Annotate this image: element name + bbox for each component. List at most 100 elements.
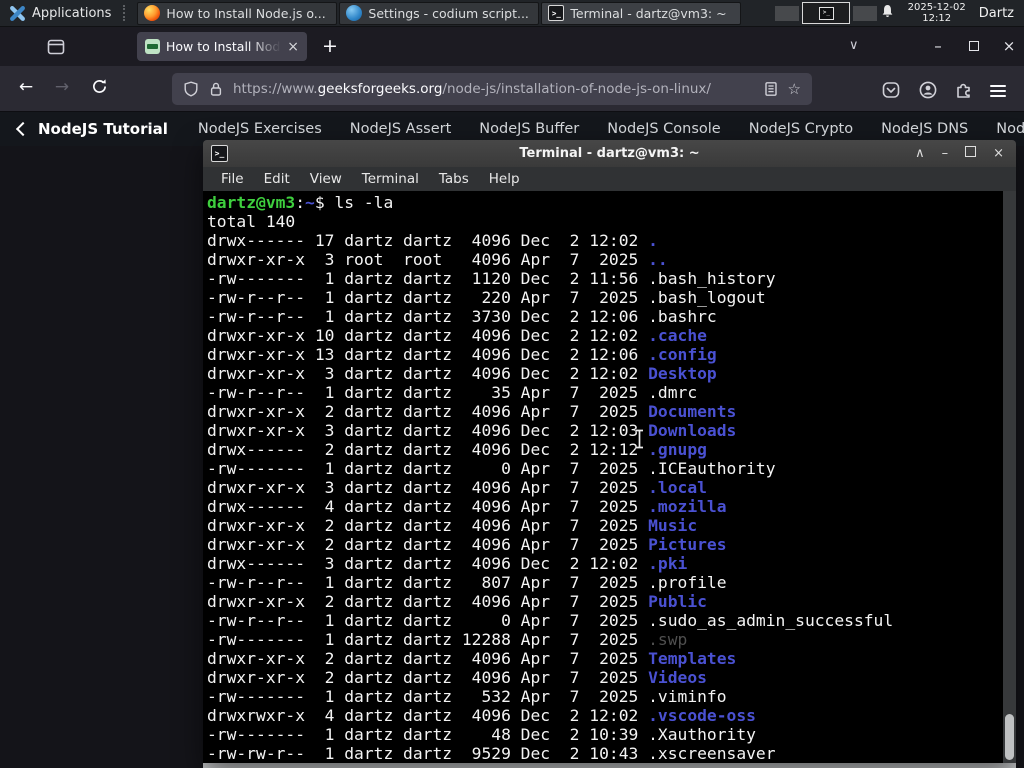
browser-tab-bar: How to Install Node.js on × + ∨ – × [0,27,1024,66]
firefox-view-icon[interactable] [46,37,66,57]
subnav-tutorial-link[interactable]: NodeJS Tutorial [38,120,168,138]
terminal-line: -rw------- 1 dartz dartz 48 Dec 2 10:39 … [207,725,756,744]
terminal-close-button[interactable]: × [993,140,1004,167]
terminal-line: drwxr-xr-x 2 dartz dartz 4096 Apr 7 2025… [207,516,698,535]
terminal-line: drwxr-xr-x 3 root root 4096 Apr 7 2025 .… [207,250,668,269]
vscodium-icon [346,5,363,21]
browser-maximize-button[interactable] [963,36,985,56]
terminal-output: dartz@vm3:~$ ls -la total 140 drwx------ 1… [203,191,1016,763]
terminal-line: total 140 [207,212,296,231]
clock-time: 12:12 [922,13,952,24]
terminal-line: -rw------- 1 dartz dartz 1120 Dec 2 11:5… [207,269,776,288]
menu-edit[interactable]: Edit [254,171,300,187]
menu-file[interactable]: File [211,171,254,187]
terminal-line: drwxrwxr-x 4 dartz dartz 4096 Dec 2 12:0… [207,706,756,725]
url-text[interactable]: https://www.geeksforgeeks.org/node-js/in… [233,81,754,97]
subnav-items: NodeJS Exercises NodeJS Assert NodeJS Buff… [198,121,1024,137]
terminal-body[interactable]: dartz@vm3:~$ ls -la total 140 drwx------ 1… [203,191,1016,763]
subnav-item[interactable]: Node [996,121,1024,137]
list-tabs-chevron-icon[interactable]: ∨ [849,38,859,53]
taskbar-button[interactable]: >_ Terminal - dartz@vm3: ~ [541,1,742,25]
workspace-cell-active[interactable]: >_ [802,2,851,24]
browser-minimize-button[interactable]: – [927,36,949,56]
chevron-left-icon[interactable] [15,121,31,137]
terminal-maximize-button[interactable] [965,140,977,167]
terminal-line: drwxr-xr-x 2 dartz dartz 4096 Apr 7 2025… [207,649,737,668]
clock[interactable]: 2025-12-02 12:12 [908,2,966,24]
terminal-scrollbar-thumb[interactable] [1005,714,1014,760]
terminal-line: -rw-r--r-- 1 dartz dartz 220 Apr 7 2025 … [207,288,766,307]
terminal-line: -rw------- 1 dartz dartz 532 Apr 7 2025 … [207,687,727,706]
terminal-line: -rw------- 1 dartz dartz 12288 Apr 7 202… [207,630,688,649]
terminal-line: drwx------ 3 dartz dartz 4096 Dec 2 12:0… [207,554,688,573]
terminal-line: drwxr-xr-x 2 dartz dartz 4096 Apr 7 2025… [207,592,707,611]
terminal-window-controls: ∧ – × [915,140,1016,167]
terminal-scrollbar[interactable] [1003,191,1016,763]
terminal-line: drwxr-xr-x 13 dartz dartz 4096 Dec 2 12:… [207,345,717,364]
firefox-icon [144,5,161,21]
terminal-icon: >_ [818,6,834,20]
subnav-item[interactable]: NodeJS Console [607,121,721,137]
geeksforgeeks-favicon-icon [145,39,160,54]
lock-icon[interactable] [208,81,224,97]
subnav-item[interactable]: NodeJS Crypto [749,121,853,137]
terminal-line: drwx------ 4 dartz dartz 4096 Apr 7 2025… [207,497,727,516]
terminal-window: >_ Terminal - dartz@vm3: ~ ∧ – × File Edi… [203,140,1016,763]
terminal-line: -rw-r--r-- 1 dartz dartz 3730 Dec 2 12:0… [207,307,717,326]
terminal-titlebar[interactable]: >_ Terminal - dartz@vm3: ~ ∧ – × [203,140,1016,167]
back-button[interactable]: ← [13,77,39,97]
browser-close-button[interactable]: × [998,36,1020,56]
terminal-line: drwxr-xr-x 3 dartz dartz 4096 Apr 7 2025… [207,478,707,497]
subnav-item[interactable]: NodeJS DNS [881,121,968,137]
workspace-switcher[interactable]: >_ [775,2,878,24]
menu-tabs[interactable]: Tabs [429,171,479,187]
panel-task-list: How to Install Node.js o... Settings - co… [137,1,742,25]
workspace-cell[interactable] [775,5,800,21]
shield-icon[interactable] [183,81,199,97]
account-icon[interactable] [918,80,938,100]
panel-tray: 2025-12-02 12:12 Dartz [880,2,1024,24]
forward-button[interactable]: → [49,77,75,97]
username[interactable]: Dartz [979,6,1014,21]
tab-close-icon[interactable]: × [287,39,299,55]
top-panel: Applications How to Install Node.js o...… [0,0,1024,27]
terminal-title: Terminal - dartz@vm3: ~ [519,146,700,161]
menu-terminal[interactable]: Terminal [352,171,429,187]
menu-help[interactable]: Help [479,171,530,187]
terminal-line: -rw-rw-r-- 1 dartz dartz 9529 Dec 2 10:4… [207,744,776,763]
terminal-line: drwxr-xr-x 3 dartz dartz 4096 Dec 2 12:0… [207,364,717,383]
taskbar-button-label: How to Install Node.js o... [166,5,326,21]
taskbar-button[interactable]: Settings - codium script... [339,1,540,25]
terminal-line: dartz@vm3:~$ ls -la [207,193,394,212]
panel-separator [123,5,132,21]
new-tab-button[interactable]: + [322,35,338,57]
desktop: How to Install Node.js on × + ∨ – × ← → … [0,0,1024,768]
subnav-item[interactable]: NodeJS Assert [350,121,452,137]
extensions-icon[interactable] [954,80,974,100]
terminal-line: drwxr-xr-x 2 dartz dartz 4096 Apr 7 2025… [207,668,707,687]
pocket-icon[interactable] [881,80,901,100]
terminal-line: drwxr-xr-x 2 dartz dartz 4096 Apr 7 2025… [207,402,737,421]
taskbar-button-label: Terminal - dartz@vm3: ~ [570,5,727,21]
reload-button[interactable] [86,78,112,100]
terminal-minimize-button[interactable]: – [942,140,949,167]
terminal-line: -rw-r--r-- 1 dartz dartz 807 Apr 7 2025 … [207,573,727,592]
menu-view[interactable]: View [300,171,352,187]
menu-icon[interactable] [990,82,1010,102]
taskbar-button[interactable]: How to Install Node.js o... [137,1,338,25]
tab-title: How to Install Node.js on [166,39,281,54]
subnav-item[interactable]: NodeJS Exercises [198,121,322,137]
browser-tab[interactable]: How to Install Node.js on × [137,32,307,61]
terminal-line: -rw-r--r-- 1 dartz dartz 0 Apr 7 2025 .s… [207,611,894,630]
bookmark-star-icon[interactable]: ☆ [788,81,801,97]
applications-menu-button[interactable]: Applications [0,0,120,26]
terminal-shade-button[interactable]: ∧ [915,140,925,167]
terminal-line: drwxr-xr-x 3 dartz dartz 4096 Dec 2 12:0… [207,421,737,440]
subnav-item[interactable]: NodeJS Buffer [479,121,579,137]
url-bar[interactable]: https://www.geeksforgeeks.org/node-js/in… [172,73,812,105]
terminal-line: drwxr-xr-x 2 dartz dartz 4096 Apr 7 2025… [207,535,727,554]
reader-mode-icon[interactable] [763,81,779,97]
terminal-line: drwx------ 2 dartz dartz 4096 Dec 2 12:1… [207,440,707,459]
workspace-cell[interactable] [853,5,878,21]
notifications-bell-icon[interactable] [880,3,895,23]
